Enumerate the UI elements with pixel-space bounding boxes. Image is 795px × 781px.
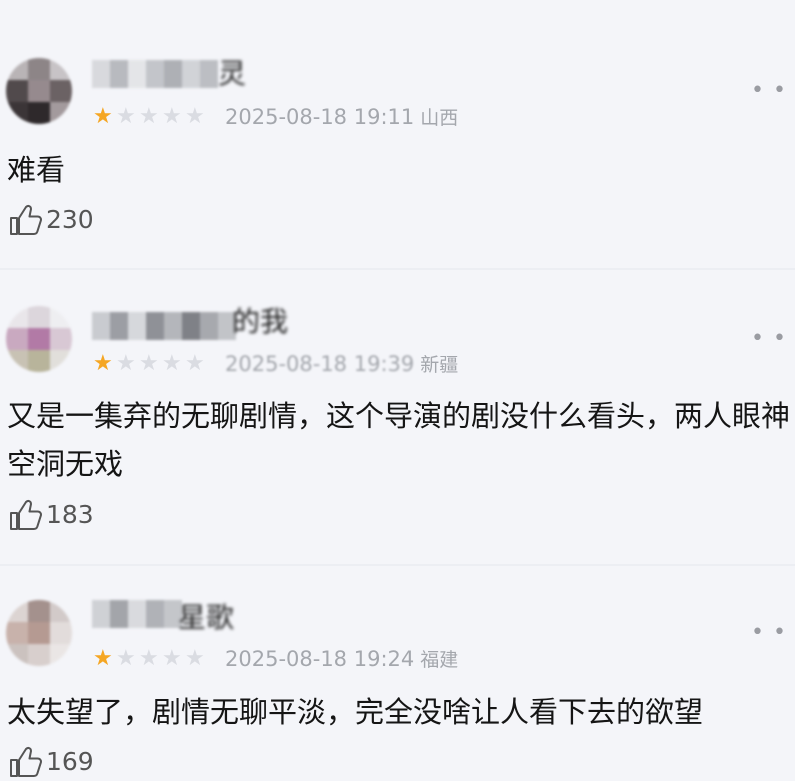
star-empty-icon: ★ bbox=[139, 351, 159, 376]
rating-stars: ★ ★ ★ ★ ★ bbox=[93, 648, 208, 670]
like-button[interactable]: 183 bbox=[8, 498, 94, 532]
thumbs-up-icon bbox=[10, 746, 42, 777]
star-empty-icon: ★ bbox=[185, 646, 205, 671]
star-empty-icon: ★ bbox=[185, 351, 205, 376]
more-icon[interactable]: • • bbox=[751, 328, 787, 350]
star-empty-icon: ★ bbox=[162, 104, 182, 129]
comment-date: 2025-08-18 19:39 bbox=[225, 352, 415, 376]
star-empty-icon: ★ bbox=[185, 104, 205, 129]
comment-region: 新疆 bbox=[420, 354, 459, 376]
comment-meta: 2025-08-18 19:24 福建 bbox=[225, 648, 458, 671]
star-filled-icon: ★ bbox=[93, 646, 113, 671]
comment-date: 2025-08-18 19:11 bbox=[225, 105, 415, 129]
comment-text: 太失望了，剧情无聊平淡，完全没啥让人看下去的欲望 bbox=[7, 695, 704, 729]
like-count: 183 bbox=[46, 500, 94, 529]
username-tail[interactable]: 星歌 bbox=[178, 604, 234, 632]
avatar[interactable] bbox=[6, 306, 72, 372]
comment-text: 难看 bbox=[7, 153, 66, 187]
star-empty-icon: ★ bbox=[162, 646, 182, 671]
avatar[interactable] bbox=[6, 600, 72, 666]
username-blurred[interactable] bbox=[92, 600, 182, 628]
star-empty-icon: ★ bbox=[139, 104, 159, 129]
comment-region: 山西 bbox=[420, 107, 459, 129]
like-count: 169 bbox=[46, 747, 94, 776]
like-button[interactable]: 230 bbox=[8, 203, 94, 237]
star-empty-icon: ★ bbox=[139, 646, 159, 671]
avatar[interactable] bbox=[6, 58, 72, 124]
username-tail[interactable]: 灵 bbox=[218, 60, 246, 88]
comment-region: 福建 bbox=[420, 649, 459, 671]
thumbs-up-icon bbox=[10, 499, 42, 530]
more-icon[interactable]: • • bbox=[751, 80, 787, 102]
comment-date: 2025-08-18 19:24 bbox=[225, 647, 415, 671]
more-icon[interactable]: • • bbox=[751, 622, 787, 644]
star-empty-icon: ★ bbox=[162, 351, 182, 376]
comment-card: 灵 • • ★ ★ ★ ★ ★ 2025-08-18 19:11 山西 难看 230 bbox=[0, 0, 795, 270]
like-count: 230 bbox=[46, 205, 94, 234]
star-empty-icon: ★ bbox=[116, 351, 136, 376]
star-filled-icon: ★ bbox=[93, 351, 113, 376]
star-empty-icon: ★ bbox=[116, 104, 136, 129]
rating-stars: ★ ★ ★ ★ ★ bbox=[93, 353, 208, 375]
comment-text: 又是一集弃的无聊剧情，这个导演的剧没什么看头，两人眼神空洞无戏 bbox=[7, 399, 791, 481]
like-button[interactable]: 169 bbox=[8, 745, 94, 779]
star-empty-icon: ★ bbox=[116, 646, 136, 671]
comment-card: 的我 • • ★ ★ ★ ★ ★ 2025-08-18 19:39 新疆 又是一集弃的无聊… bbox=[0, 270, 795, 564]
username-tail[interactable]: 的我 bbox=[232, 308, 288, 336]
comment-meta: 2025-08-18 19:11 山西 bbox=[225, 106, 458, 129]
thumbs-up-icon bbox=[10, 204, 42, 235]
comment-meta: 2025-08-18 19:39 新疆 bbox=[225, 353, 458, 376]
username-blurred[interactable] bbox=[92, 312, 236, 340]
comment-card: 星歌 • • ★ ★ ★ ★ ★ 2025-08-18 19:24 福建 太失望了，剧情无… bbox=[0, 566, 795, 781]
username-blurred[interactable] bbox=[92, 60, 218, 88]
star-filled-icon: ★ bbox=[93, 104, 113, 129]
rating-stars: ★ ★ ★ ★ ★ bbox=[93, 106, 208, 128]
